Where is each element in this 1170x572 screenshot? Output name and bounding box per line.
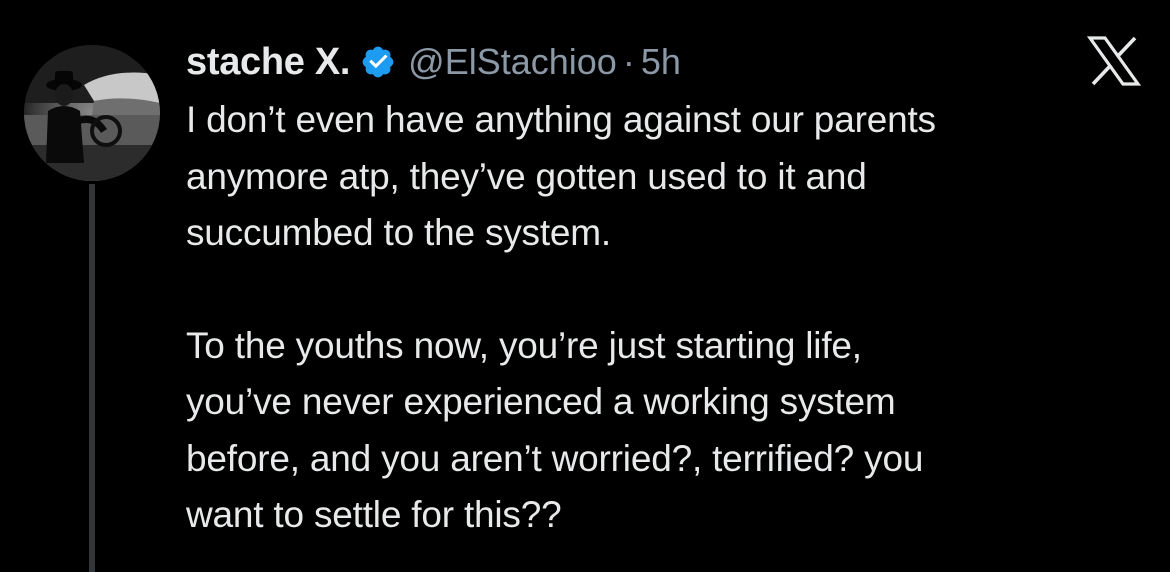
tweet-text: I don’t even have anything against our p… — [186, 92, 1146, 544]
text-line: before, and you aren’t worried?, terrifi… — [186, 437, 924, 479]
text-line: To the youths now, you’re just starting … — [186, 324, 862, 366]
text-line: you’ve never experienced a working syste… — [186, 381, 896, 422]
separator-dot: · — [622, 41, 635, 82]
avatar[interactable] — [24, 45, 160, 181]
tweet-paragraph: To the youths now, you’re just starting … — [186, 318, 1146, 544]
avatar-image — [24, 45, 160, 181]
text-line: I don’t even have anything against our p… — [186, 99, 936, 140]
timestamp[interactable]: 5h — [641, 41, 681, 83]
tweet[interactable]: stache X. @ElStachioo · 5h I don’t even … — [0, 0, 1170, 572]
text-line: succumbed to the system. — [186, 212, 611, 253]
tweet-paragraph: I don’t even have anything against our p… — [186, 92, 1146, 262]
text-line: want to settle for this?? — [186, 494, 562, 535]
verified-badge-icon — [360, 44, 396, 80]
x-logo-icon — [1086, 36, 1142, 86]
tweet-header: stache X. @ElStachioo · 5h — [186, 34, 681, 90]
display-name[interactable]: stache X. — [186, 41, 350, 84]
thread-line — [89, 184, 95, 572]
user-handle[interactable]: @ElStachioo — [408, 41, 617, 83]
text-line: anymore atp, they’ve gotten used to it a… — [186, 155, 867, 197]
